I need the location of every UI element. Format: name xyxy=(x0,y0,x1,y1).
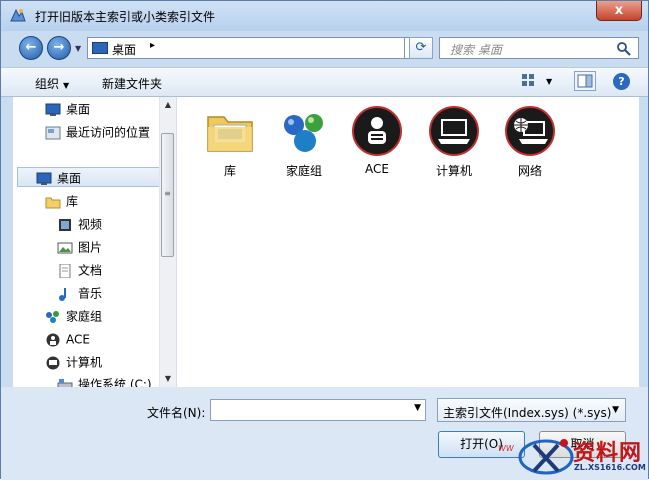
sidebar-item-homegroup[interactable]: 家庭组 xyxy=(45,306,102,326)
organize-menu[interactable]: 组织 ▼ xyxy=(35,75,69,92)
chevron-down-icon: ▼ xyxy=(612,405,619,415)
desktop-icon xyxy=(45,103,61,117)
close-button[interactable]: x xyxy=(596,1,642,21)
desktop-icon xyxy=(36,172,52,186)
search-icon[interactable] xyxy=(616,41,632,57)
computer-icon xyxy=(45,356,61,370)
preview-pane-icon xyxy=(577,74,593,88)
forward-button[interactable]: → xyxy=(47,36,71,60)
sidebar-item-desktop[interactable]: 桌面 xyxy=(17,167,163,187)
homegroup-icon xyxy=(284,114,323,152)
file-type-select[interactable]: 主索引文件(Index.sys) (*.sys) ▼ xyxy=(437,398,626,422)
filename-dropdown-icon[interactable]: ▼ xyxy=(414,403,421,413)
preview-pane-button[interactable] xyxy=(574,71,596,91)
tile-computer[interactable]: 计算机 xyxy=(421,105,487,179)
recent-places-icon xyxy=(45,126,61,140)
desktop-icon xyxy=(92,42,108,54)
network-icon xyxy=(505,106,555,156)
sidebar-item-documents[interactable]: 文档 xyxy=(57,260,102,280)
sidebar-item-favorites-desktop[interactable]: 桌面 xyxy=(45,99,90,119)
address-chevron-icon[interactable]: ▸ xyxy=(150,40,155,51)
search-input[interactable]: 搜索 桌面 xyxy=(439,37,639,59)
sidebar-item-music[interactable]: 音乐 xyxy=(57,283,102,303)
user-icon xyxy=(45,333,61,347)
sidebar-item-drive-c[interactable]: 操作系统 (C:) xyxy=(57,374,152,387)
app-icon xyxy=(10,8,26,22)
command-bar: 组织 ▼ 新建文件夹 ▼ ? xyxy=(1,67,648,97)
back-button[interactable]: ← xyxy=(19,36,43,60)
watermark: 资料网 ZL.XS1616.COM xyxy=(516,433,648,477)
filename-input[interactable]: ▼ xyxy=(210,399,426,421)
chevron-down-icon: ▼ xyxy=(63,81,70,90)
tile-label: 计算机 xyxy=(435,164,472,178)
library-folder-icon xyxy=(207,116,253,152)
library-icon xyxy=(45,195,61,209)
drive-icon xyxy=(57,378,73,387)
computer-icon xyxy=(429,106,479,156)
refresh-button[interactable]: ⟳ xyxy=(409,37,433,59)
sidebar-item-pictures[interactable]: 图片 xyxy=(57,237,102,257)
sidebar-item-recent-places[interactable]: 最近访问的位置 xyxy=(45,122,150,142)
watermark-logo-icon xyxy=(518,439,574,475)
scroll-down-icon[interactable]: ▼ xyxy=(160,371,176,387)
scroll-thumb[interactable]: ≡ xyxy=(161,133,174,257)
file-list-pane: 库 家庭组 ACE 计算机 网络 xyxy=(177,97,639,387)
document-icon xyxy=(57,263,73,278)
help-button[interactable]: ? xyxy=(613,73,630,90)
open-file-dialog: 打开旧版本主索引或小类索引文件 x ← → ▼ 桌面 ▸ ▼ ⟳ 搜索 桌面 组… xyxy=(0,0,649,480)
homegroup-icon xyxy=(45,310,61,324)
tile-label: 网络 xyxy=(517,164,542,178)
filename-label: 文件名(N): xyxy=(147,406,206,420)
tile-label: ACE xyxy=(365,162,389,176)
title-bar: 打开旧版本主索引或小类索引文件 x xyxy=(1,1,648,31)
file-type-value: 主索引文件(Index.sys) (*.sys) xyxy=(443,406,612,420)
tile-library[interactable]: 库 xyxy=(197,105,263,179)
scroll-up-icon[interactable]: ▲ xyxy=(160,97,176,113)
window-title: 打开旧版本主索引或小类索引文件 xyxy=(35,10,216,24)
navigation-scrollbar[interactable]: ▲ ≡ ▼ xyxy=(159,97,176,387)
new-folder-button[interactable]: 新建文件夹 xyxy=(102,75,162,92)
address-bar[interactable]: 桌面 ▸ xyxy=(87,37,405,59)
address-location[interactable]: 桌面 xyxy=(112,41,136,58)
sidebar-item-library[interactable]: 库 xyxy=(45,191,78,211)
watermark-url: ZL.XS1616.COM xyxy=(574,463,646,472)
search-placeholder: 搜索 桌面 xyxy=(450,43,502,57)
tile-network[interactable]: 网络 xyxy=(497,105,563,179)
view-dropdown-icon[interactable]: ▼ xyxy=(546,77,552,86)
tile-label: 库 xyxy=(223,164,236,178)
music-icon xyxy=(57,287,73,301)
watermark-prefix: WW xyxy=(498,444,514,453)
sidebar-item-ace[interactable]: ACE xyxy=(45,329,90,349)
picture-icon xyxy=(57,241,73,255)
navigation-bar: ← → ▼ 桌面 ▸ ▼ ⟳ 搜索 桌面 xyxy=(1,31,648,65)
tile-label: 家庭组 xyxy=(285,164,322,178)
view-options-icon[interactable] xyxy=(521,73,535,87)
sidebar-item-computer[interactable]: 计算机 xyxy=(45,352,102,372)
user-icon xyxy=(352,106,402,156)
tile-ace[interactable]: ACE xyxy=(344,105,410,176)
organize-label: 组织 xyxy=(35,77,60,91)
tile-homegroup[interactable]: 家庭组 xyxy=(271,105,337,179)
video-icon xyxy=(57,218,73,232)
recent-pages-dropdown-icon[interactable]: ▼ xyxy=(75,44,81,53)
sidebar-item-video[interactable]: 视频 xyxy=(57,214,102,234)
navigation-pane: 桌面 最近访问的位置 桌面 库 视频 图片 文档 音乐 家庭组 ACE 计算机 xyxy=(13,97,177,387)
